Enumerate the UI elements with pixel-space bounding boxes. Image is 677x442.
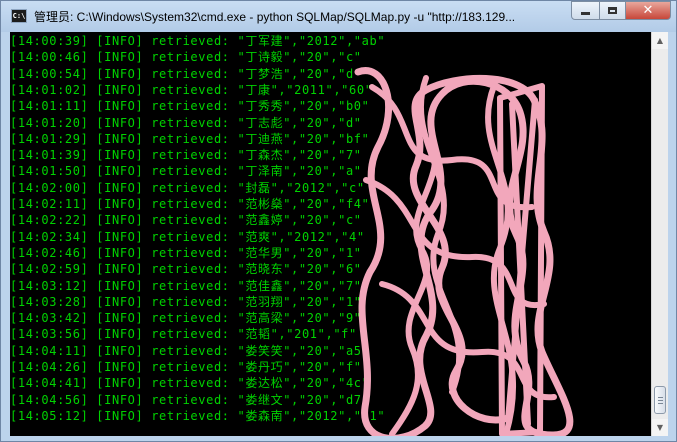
minimize-button[interactable] xyxy=(571,1,600,20)
grip-line xyxy=(658,403,663,404)
log-line: [14:00:39] [INFO] retrieved: "丁军建","2012… xyxy=(10,34,386,48)
scroll-up-icon: ▲ xyxy=(656,36,664,45)
close-button[interactable]: ✕ xyxy=(625,1,671,20)
vertical-scrollbar[interactable]: ▲ ▼ xyxy=(651,32,668,436)
grip-line xyxy=(658,397,663,398)
log-line: [14:04:26] [INFO] retrieved: "娄丹巧","20",… xyxy=(10,360,362,374)
scroll-down-button[interactable]: ▼ xyxy=(652,419,668,436)
redaction-scribble xyxy=(354,67,574,436)
log-line: [14:05:12] [INFO] retrieved: "娄森南","2012… xyxy=(10,408,386,423)
log-line: [14:04:56] [INFO] retrieved: "娄继文","20",… xyxy=(10,392,370,407)
log-line: [14:01:39] [INFO] retrieved: "丁森杰","20",… xyxy=(10,148,362,163)
log-line: [14:02:46] [INFO] retrieved: "范华男","20",… xyxy=(10,245,362,260)
minimize-icon xyxy=(581,12,590,15)
console-output[interactable]: [14:00:39] [INFO] retrieved: "丁军建","2012… xyxy=(10,32,651,436)
log-line: [14:03:28] [INFO] retrieved: "范羽翔","20",… xyxy=(10,294,362,309)
log-line: [14:01:20] [INFO] retrieved: "丁志彪","20",… xyxy=(10,115,362,130)
scroll-down-icon: ▼ xyxy=(656,423,664,432)
log-line: [14:01:11] [INFO] retrieved: "丁秀秀","20",… xyxy=(10,99,370,114)
log-line: [14:01:29] [INFO] retrieved: "丁迪燕","20",… xyxy=(10,131,370,146)
grip-line xyxy=(658,400,663,401)
log-line: [14:02:22] [INFO] retrieved: "范鑫婷","20",… xyxy=(10,213,362,228)
log-line: [14:02:11] [INFO] retrieved: "范彬燊","20",… xyxy=(10,197,370,211)
log-line: [14:01:50] [INFO] retrieved: "丁泽南","20",… xyxy=(10,164,362,179)
cmd-window: C:\ 管理员: C:\Windows\System32\cmd.exe - p… xyxy=(0,0,677,442)
scroll-up-button[interactable]: ▲ xyxy=(652,32,668,49)
maximize-button[interactable] xyxy=(599,1,626,20)
log-line: [14:04:11] [INFO] retrieved: "娄笑笑","20",… xyxy=(10,343,370,358)
scroll-thumb[interactable] xyxy=(654,386,666,414)
window-title: 管理员: C:\Windows\System32\cmd.exe - pytho… xyxy=(34,10,516,24)
close-icon: ✕ xyxy=(642,3,654,18)
cmd-icon[interactable]: C:\ xyxy=(11,9,27,23)
log-line: [14:03:56] [INFO] retrieved: "范韬","201",… xyxy=(10,327,357,342)
log-line: [14:01:02] [INFO] retrieved: "丁康","2011"… xyxy=(10,82,373,97)
log-line: [14:02:59] [INFO] retrieved: "范晓东","20",… xyxy=(10,262,362,277)
log-line: [14:00:46] [INFO] retrieved: "丁诗毅","20",… xyxy=(10,50,362,65)
log-line: [14:03:12] [INFO] retrieved: "范佳鑫","20",… xyxy=(10,278,362,293)
log-line: [14:04:41] [INFO] retrieved: "娄达松","20",… xyxy=(10,376,370,391)
title-bar[interactable]: C:\ 管理员: C:\Windows\System32\cmd.exe - p… xyxy=(1,1,676,32)
maximize-icon xyxy=(608,7,617,14)
log-line: [14:02:34] [INFO] retrieved: "范爽","2012"… xyxy=(10,229,365,244)
log-line: [14:03:42] [INFO] retrieved: "范高梁","20",… xyxy=(10,311,362,326)
log-line: [14:00:54] [INFO] retrieved: "丁梦浩","20",… xyxy=(10,66,362,81)
log-line: [14:02:00] [INFO] retrieved: "封磊","2012"… xyxy=(10,180,365,195)
